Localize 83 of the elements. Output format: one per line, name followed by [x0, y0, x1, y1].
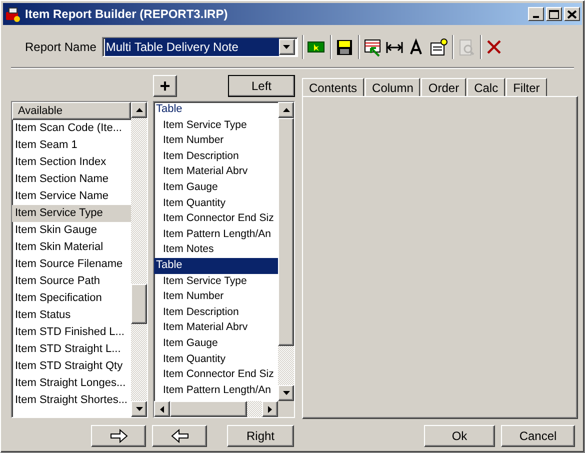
app-icon — [5, 6, 21, 22]
list-item[interactable]: Item Scan Code (Ite... — [12, 120, 131, 137]
list-item[interactable]: Item Source Path — [12, 273, 131, 290]
field-item[interactable]: Item Number — [154, 289, 278, 305]
list-item[interactable]: Item Specification — [12, 290, 131, 307]
scroll-up-button[interactable] — [131, 102, 147, 118]
minimize-icon — [533, 16, 539, 18]
list-item[interactable]: Item Service Name — [12, 188, 131, 205]
list-item[interactable]: Item Status — [12, 307, 131, 324]
field-item[interactable]: Item Notes — [154, 242, 278, 258]
horizontal-scrollbar[interactable] — [154, 401, 294, 417]
dialog-button[interactable]: Ok — [424, 425, 495, 447]
close-button[interactable] — [564, 7, 580, 21]
minimize-button[interactable] — [528, 7, 544, 21]
scroll-up-button[interactable] — [278, 102, 294, 118]
add-button[interactable]: + — [153, 75, 177, 97]
triangle-left-icon — [160, 406, 164, 412]
list-item[interactable]: Item Straight Longes... — [12, 375, 131, 392]
right-arrow-icon — [108, 428, 130, 444]
table-node[interactable]: Table — [154, 258, 278, 274]
list-item[interactable]: Item Service Type — [12, 205, 131, 222]
triangle-down-icon — [283, 45, 290, 49]
field-item[interactable]: Item Pattern Length/An — [154, 382, 278, 398]
field-item[interactable]: Item Gauge — [154, 336, 278, 352]
scroll-thumb[interactable] — [278, 118, 294, 346]
triangle-down-icon — [136, 407, 142, 411]
left-arrow-button[interactable] — [152, 425, 207, 447]
list-item[interactable]: Item STD Finished L... — [12, 324, 131, 341]
scroll-right-button[interactable] — [262, 401, 278, 417]
list-item[interactable]: Item STD Straight L... — [12, 341, 131, 358]
list-item[interactable]: Item Seam 1 — [12, 137, 131, 154]
maximize-button[interactable] — [546, 7, 562, 21]
tab[interactable]: Calc — [467, 78, 506, 96]
field-item[interactable]: Item Service Type — [154, 118, 278, 134]
triangle-down-icon — [282, 391, 290, 395]
right-arrow-button[interactable] — [91, 425, 146, 447]
field-item[interactable]: Item Connector End Siz — [154, 211, 278, 227]
column-header[interactable]: Available — [12, 102, 131, 120]
field-item[interactable]: Item Quantity — [154, 196, 278, 212]
scroll-down-button[interactable] — [131, 401, 147, 417]
list-item[interactable]: Item Skin Material — [12, 239, 131, 256]
field-item[interactable]: Item Number — [154, 133, 278, 149]
list-item[interactable]: Item Skin Gauge — [12, 222, 131, 239]
list-item[interactable]: Item Section Name — [12, 171, 131, 188]
properties-icon[interactable] — [428, 36, 450, 58]
triangle-up-icon — [282, 108, 290, 112]
field-item[interactable]: Item Gauge — [154, 180, 278, 196]
scroll-thumb[interactable] — [131, 284, 147, 324]
scroll-thumb[interactable] — [170, 401, 247, 417]
scroll-down-button[interactable] — [278, 385, 294, 401]
close-icon — [567, 10, 577, 18]
report-name-label: Report Name — [25, 39, 96, 56]
scrollbar-corner — [278, 401, 294, 417]
maximize-icon — [549, 10, 559, 18]
field-item[interactable]: Item Material Abrv — [154, 164, 278, 180]
triangle-right-icon — [268, 406, 272, 412]
list-item[interactable]: Item Straight Shortes... — [12, 392, 131, 409]
vertical-scrollbar[interactable] — [131, 102, 147, 417]
field-item[interactable]: Item Quantity — [154, 352, 278, 368]
dialog-button[interactable]: Cancel — [501, 425, 575, 447]
list-item[interactable]: Item STD Straight Qty — [12, 358, 131, 375]
left-arrow-icon — [168, 428, 190, 444]
field-item[interactable]: Item Material Abrv — [154, 320, 278, 336]
list-item[interactable]: Item Source Filename — [12, 256, 131, 273]
tab[interactable]: Filter — [506, 78, 547, 96]
triangle-up-icon — [136, 108, 142, 112]
report-name-combo[interactable]: Multi Table Delivery Note — [102, 37, 298, 57]
window-title: Item Report Builder (REPORT3.IRP) — [25, 6, 229, 23]
field-item[interactable]: Item Connector End Siz — [154, 367, 278, 383]
tab[interactable]: Column — [365, 78, 420, 96]
tab[interactable]: Order — [421, 78, 466, 96]
table-node[interactable]: Table — [154, 102, 278, 118]
vertical-scrollbar[interactable] — [278, 102, 294, 401]
field-item[interactable]: Item Pattern Length/An — [154, 226, 278, 242]
field-item[interactable]: Item Description — [154, 148, 278, 164]
tab[interactable]: Contents — [302, 78, 364, 96]
left-button[interactable]: Left — [228, 75, 295, 97]
list-item[interactable]: Item Section Index — [12, 154, 131, 171]
scroll-left-button[interactable] — [154, 401, 170, 417]
dialog-button[interactable]: Right — [227, 425, 294, 447]
dropdown-button[interactable] — [278, 39, 295, 55]
field-item[interactable]: Item Description — [154, 304, 278, 320]
field-item[interactable]: Item Service Type — [154, 274, 278, 290]
